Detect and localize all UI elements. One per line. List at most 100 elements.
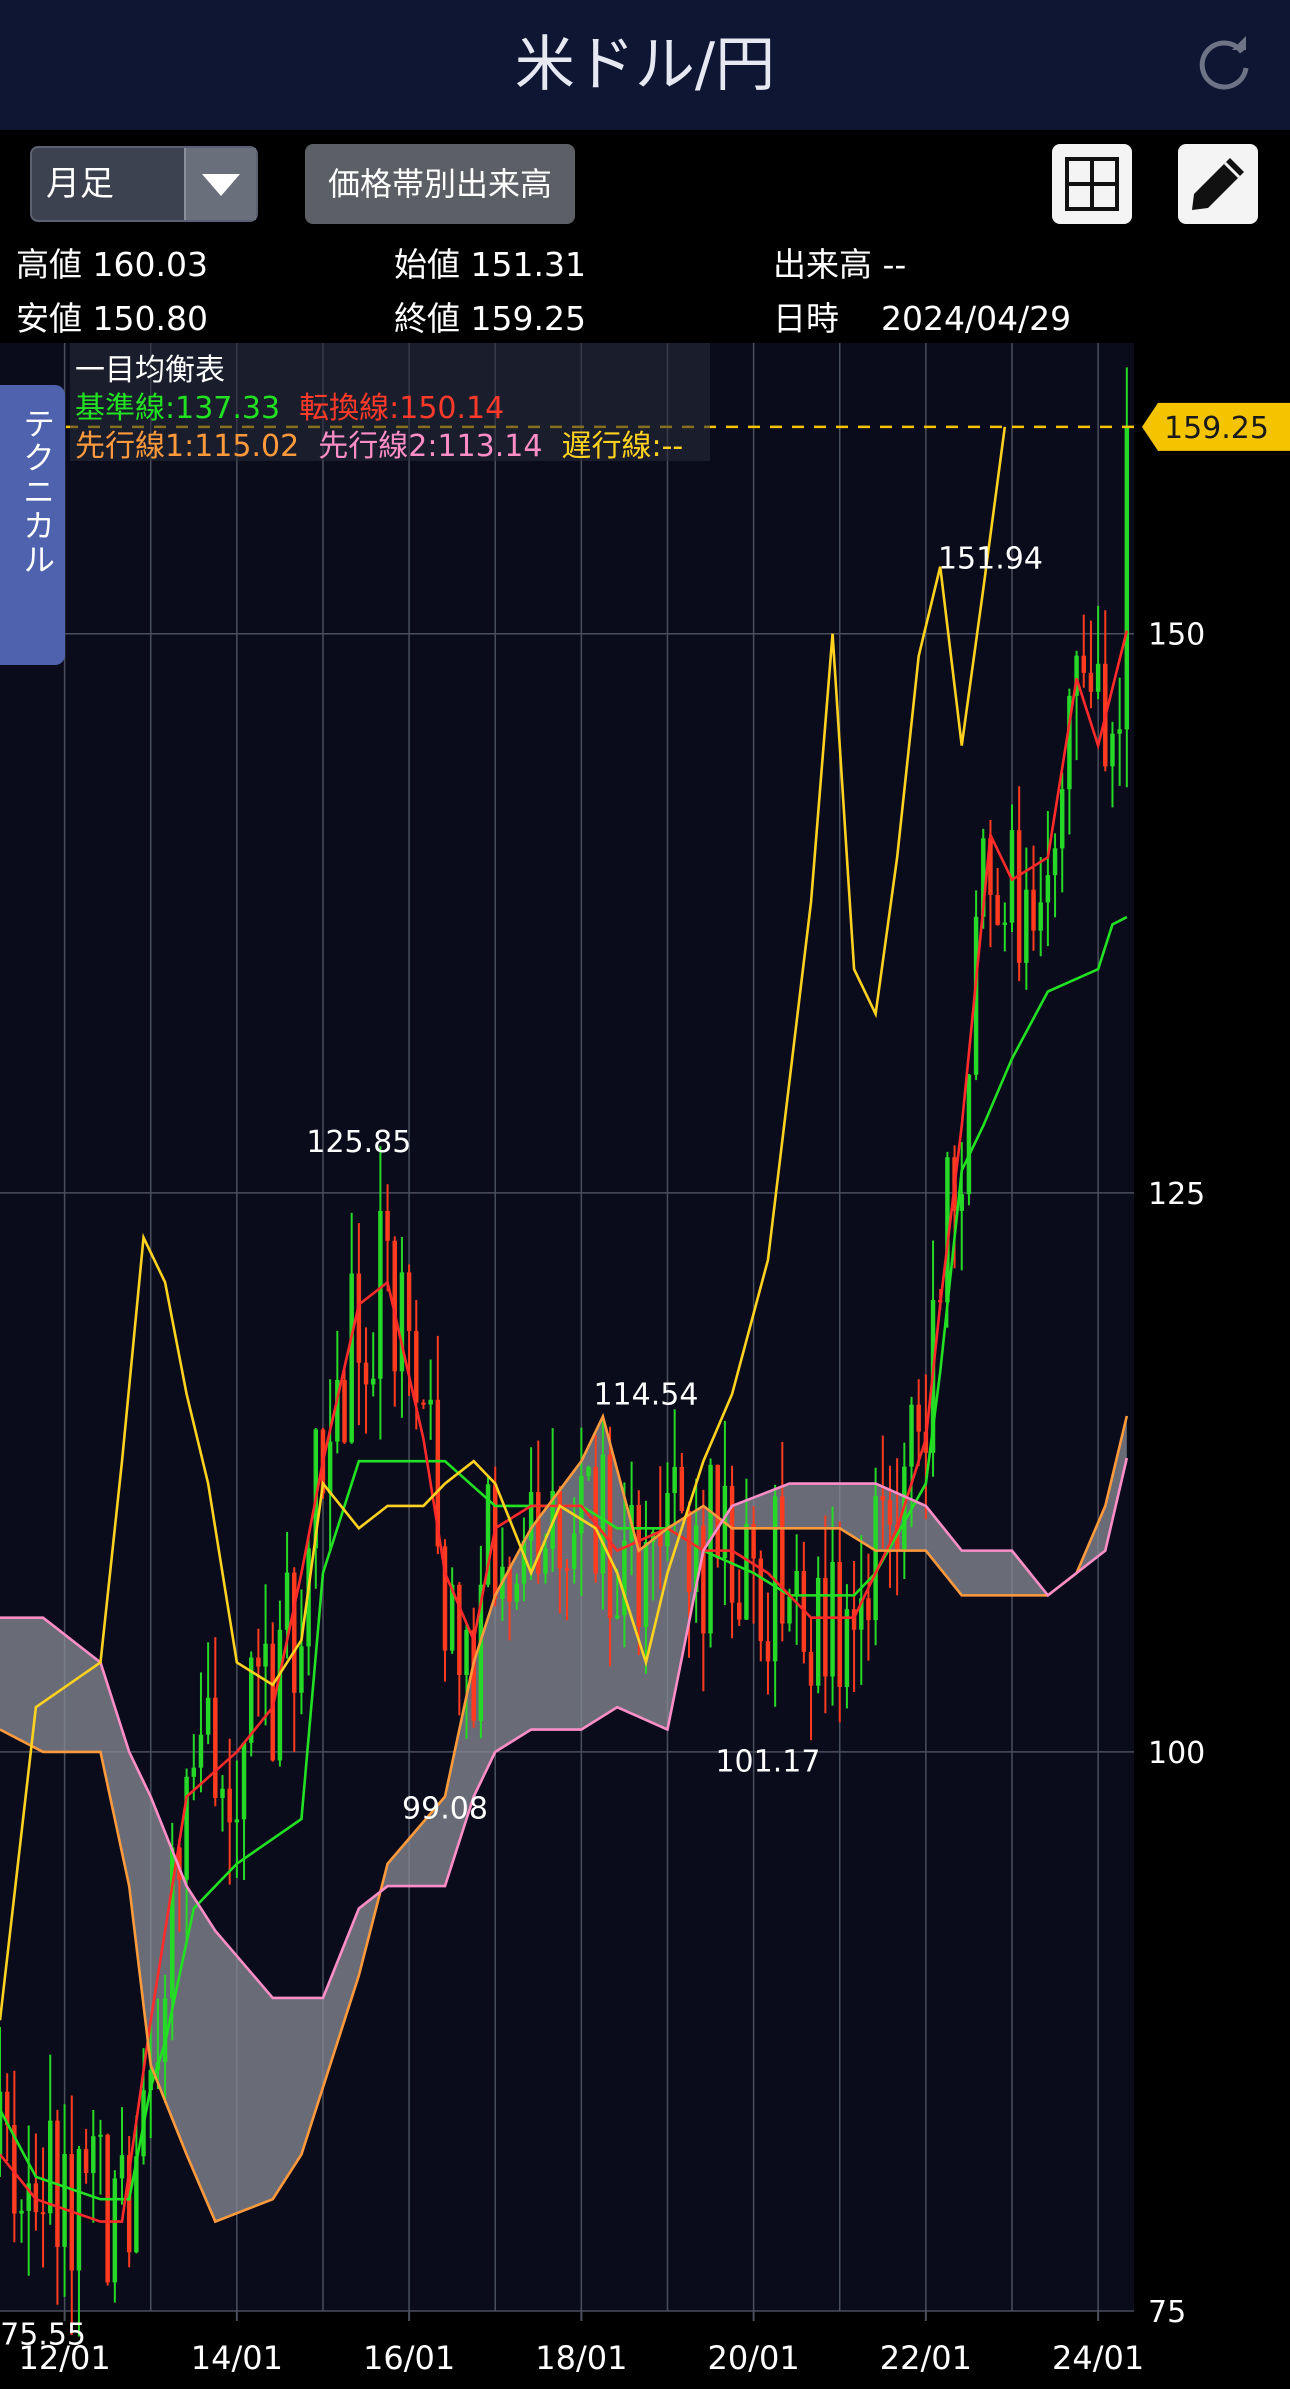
candle-body bbox=[571, 1533, 577, 1569]
candle-body bbox=[91, 2136, 96, 2174]
candle-body bbox=[1081, 655, 1086, 673]
candle-body bbox=[213, 1697, 218, 1798]
candle-body bbox=[263, 1643, 268, 1667]
candle-body bbox=[428, 1399, 433, 1405]
technical-tab-label: テクニカル bbox=[18, 407, 56, 577]
candle-body bbox=[277, 1629, 283, 1761]
candle-body bbox=[866, 1598, 871, 1621]
x-tick-label: 24/01 bbox=[1052, 2339, 1144, 2377]
candle-body bbox=[421, 1402, 426, 1405]
candle-body bbox=[643, 1542, 649, 1628]
candle-body bbox=[737, 1602, 742, 1620]
candle-body bbox=[708, 1464, 713, 1634]
high-info: 高値 160.03 bbox=[16, 238, 208, 286]
layout-grid-button[interactable] bbox=[1052, 144, 1132, 224]
open-info: 始値 151.31 bbox=[394, 238, 586, 286]
candle-body bbox=[1024, 889, 1029, 963]
candle-body bbox=[672, 1467, 677, 1494]
candle-body bbox=[665, 1493, 670, 1547]
x-tick-label: 16/01 bbox=[363, 2339, 455, 2377]
extreme-value-label: 151.94 bbox=[938, 541, 1043, 576]
open-value: 151.31 bbox=[470, 245, 586, 284]
close-label: 終値 bbox=[394, 299, 460, 338]
candle-body bbox=[414, 1331, 419, 1403]
candle-body bbox=[40, 2212, 46, 2215]
candle-body bbox=[600, 1454, 606, 1574]
date-info: 日時 2024/04/29 bbox=[773, 292, 1071, 340]
extreme-value-label: 114.54 bbox=[593, 1378, 698, 1413]
candle-body bbox=[349, 1273, 354, 1443]
candle-body bbox=[586, 1466, 591, 1476]
low-value: 150.80 bbox=[92, 299, 208, 338]
y-tick-label: 125 bbox=[1148, 1177, 1205, 1212]
legend-senkou1: 先行線1:115.02 bbox=[75, 429, 300, 464]
candle-body bbox=[62, 2153, 67, 2247]
high-label: 高値 bbox=[16, 245, 82, 284]
technical-tab[interactable]: テクニカル bbox=[0, 385, 65, 665]
refresh-icon[interactable] bbox=[1196, 36, 1254, 94]
y-tick-label: 100 bbox=[1148, 1736, 1205, 1771]
y-tick-label: 150 bbox=[1148, 618, 1205, 653]
legend-row-2: 先行線1:115.02 先行線2:113.14 遅行線:-- bbox=[75, 421, 683, 465]
volume-value: -- bbox=[882, 245, 907, 284]
extreme-value-label: 99.08 bbox=[402, 1791, 488, 1826]
open-label: 始値 bbox=[394, 245, 460, 284]
candle-body bbox=[514, 1583, 519, 1602]
draw-button[interactable] bbox=[1178, 144, 1258, 224]
candle-body bbox=[363, 1362, 369, 1385]
candle-body bbox=[327, 1441, 333, 1494]
candle-body bbox=[1002, 922, 1008, 925]
candle-body bbox=[98, 2134, 103, 2137]
candle-body bbox=[256, 1657, 261, 1667]
x-tick-label: 22/01 bbox=[880, 2339, 972, 2377]
candle-body bbox=[794, 1570, 799, 1597]
chevron-down-icon bbox=[184, 148, 256, 220]
chart-area[interactable]: 75 100 125 150 12/01 14/01 16/01 18/01 20/01 22/0… bbox=[0, 343, 1290, 2385]
candle-body bbox=[112, 2178, 118, 2283]
candle-body bbox=[342, 1379, 347, 1443]
page-title: 米ドル/円 bbox=[514, 30, 776, 100]
candle-body bbox=[887, 1500, 893, 1525]
candle-body bbox=[607, 1454, 613, 1619]
legend-senkou2: 先行線2:113.14 bbox=[318, 429, 543, 464]
period-select[interactable]: 月足 bbox=[30, 146, 258, 222]
x-tick-label: 20/01 bbox=[707, 2339, 799, 2377]
low-info: 安値 150.80 bbox=[16, 292, 208, 340]
candle-body bbox=[701, 1525, 706, 1634]
candle-body bbox=[1095, 663, 1101, 692]
candle-body bbox=[808, 1651, 814, 1686]
candle-body bbox=[916, 1404, 921, 1432]
candle-body bbox=[543, 1548, 548, 1574]
candle-body bbox=[19, 2210, 24, 2214]
candle-body bbox=[227, 1788, 232, 1823]
candle-body bbox=[378, 1211, 383, 1379]
candle-body bbox=[873, 1496, 878, 1621]
volume-profile-button[interactable]: 価格帯別出来高 bbox=[305, 144, 575, 224]
candle-body bbox=[686, 1510, 692, 1593]
title-bar: 米ドル/円 bbox=[0, 0, 1290, 130]
candle-body bbox=[715, 1464, 720, 1559]
candle-body bbox=[191, 1767, 197, 1777]
candle-body bbox=[966, 1074, 972, 1195]
y-tick-label: 75 bbox=[1148, 2295, 1186, 2330]
period-select-value: 月足 bbox=[46, 164, 114, 204]
candle-body bbox=[995, 894, 1000, 925]
candle-body bbox=[205, 1697, 211, 1735]
close-value: 159.25 bbox=[470, 299, 586, 338]
candle-body bbox=[557, 1490, 563, 1569]
candle-body bbox=[284, 1572, 290, 1630]
candle-body bbox=[241, 1742, 247, 1820]
ichimoku-chart[interactable]: 7510012515012/01 14/01 16/01 18/01 20/01 22/0… bbox=[0, 343, 1290, 2385]
candle-body bbox=[198, 1734, 204, 1768]
volume-label: 出来高 bbox=[773, 245, 872, 284]
candle-body bbox=[564, 1568, 570, 1571]
candle-body bbox=[729, 1485, 735, 1603]
candle-body bbox=[1088, 672, 1094, 692]
candle-body bbox=[1052, 848, 1058, 876]
x-tick-label: 14/01 bbox=[191, 2339, 283, 2377]
grid-icon bbox=[1065, 157, 1119, 211]
x-tick-label: 18/01 bbox=[535, 2339, 627, 2377]
last-price-label: 159.25 bbox=[1164, 411, 1269, 446]
candle-body bbox=[1016, 830, 1022, 963]
candle-body bbox=[184, 1776, 189, 1880]
